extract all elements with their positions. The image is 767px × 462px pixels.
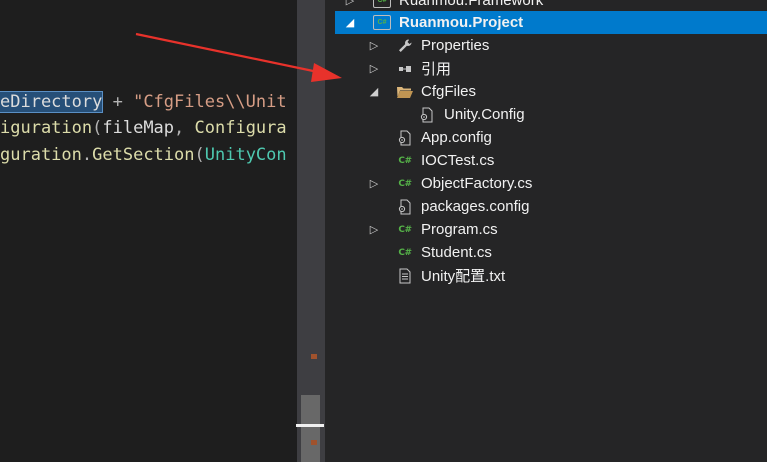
tree-item[interactable]: ▷ Properties <box>335 34 767 57</box>
code-token: "CfgFiles\\Unit <box>133 92 287 112</box>
tree-item-label: App.config <box>421 129 492 146</box>
tree-item-selected[interactable]: ◢ C# Ruanmou.Project <box>335 11 767 34</box>
code-token: guration <box>0 145 82 165</box>
tree-item-label: Unity配置.txt <box>421 268 506 285</box>
code-token: ( <box>92 118 103 138</box>
tree-item-label: Student.cs <box>421 244 492 261</box>
panel-splitter[interactable] <box>325 0 335 462</box>
code-line[interactable]: iguration(fileMap, Configura <box>0 117 287 139</box>
overview-marker <box>311 440 317 445</box>
code-token: ( <box>194 145 205 165</box>
code-line[interactable]: guration.GetSection(UnityCon <box>0 144 287 166</box>
csharp-project-icon: C# <box>373 0 391 9</box>
folder-open-icon <box>396 84 414 100</box>
code-line[interactable]: eDirectory + "CfgFiles\\Unit <box>0 91 287 113</box>
tree-item-label: ObjectFactory.cs <box>421 175 533 192</box>
tree-item[interactable]: Unity.Config <box>335 103 767 126</box>
editor-vertical-scrollbar[interactable] <box>297 0 325 462</box>
csharp-file-icon: C# <box>398 155 412 166</box>
tree-item-label: Program.cs <box>421 221 498 238</box>
tree-item[interactable]: ▷ C# Program.cs <box>335 218 767 241</box>
code-editor[interactable]: eDirectory + "CfgFiles\\Unit iguration(fi… <box>0 0 297 462</box>
expand-arrow-expanded-icon[interactable]: ◢ <box>344 16 356 29</box>
csharp-file-icon: C# <box>398 224 412 235</box>
config-file-icon <box>396 199 414 215</box>
expand-arrow-collapsed-icon[interactable]: ▷ <box>368 39 380 52</box>
code-token: UnityCon <box>204 145 287 165</box>
code-token: GetSection <box>92 145 195 165</box>
code-token: fileMap <box>102 118 175 138</box>
tree-item-label: CfgFiles <box>421 83 477 100</box>
code-token: + <box>102 92 134 112</box>
text-file-icon <box>396 268 414 284</box>
code-token: , <box>174 118 195 138</box>
tree-item[interactable]: C# IOCTest.cs <box>335 149 767 172</box>
caret-position-marker <box>296 424 324 427</box>
code-token: eDirectory <box>0 91 104 113</box>
wrench-icon <box>396 38 414 54</box>
tree-item-label: Ruanmou.Framework <box>399 0 544 9</box>
expand-arrow-collapsed-icon[interactable]: ▷ <box>368 223 380 236</box>
code-token: iguration <box>0 118 93 138</box>
config-file-icon <box>418 107 436 123</box>
tree-item[interactable]: ▷ 引用 <box>335 57 767 80</box>
tree-item[interactable]: packages.config <box>335 195 767 218</box>
expand-arrow-expanded-icon[interactable]: ◢ <box>368 85 380 98</box>
tree-item[interactable]: ◢ CfgFiles <box>335 80 767 103</box>
tree-item-label: 引用 <box>421 61 452 78</box>
scrollbar-thumb[interactable] <box>301 395 320 462</box>
config-file-icon <box>396 130 414 146</box>
code-token: . <box>81 145 93 165</box>
csharp-file-icon: C# <box>398 178 412 189</box>
references-icon <box>396 61 414 77</box>
tree-item-label: Unity.Config <box>444 106 525 123</box>
csharp-project-icon: C# <box>373 15 391 31</box>
expand-arrow-collapsed-icon[interactable]: ▷ <box>368 62 380 75</box>
solution-explorer: ▷ C# Ruanmou.Framework ◢ C# Ruanmou.Project ▷ P… <box>335 0 767 462</box>
code-token: Configura <box>194 118 287 138</box>
expand-arrow-collapsed-icon[interactable]: ▷ <box>344 0 356 7</box>
tree-item[interactable]: Unity配置.txt <box>335 264 767 287</box>
tree-item-label: Properties <box>421 37 490 54</box>
tree-item[interactable]: C# Student.cs <box>335 241 767 264</box>
tree-item-label: Ruanmou.Project <box>399 14 524 31</box>
expand-arrow-collapsed-icon[interactable]: ▷ <box>368 177 380 190</box>
tree-item[interactable]: ▷ C# ObjectFactory.cs <box>335 172 767 195</box>
tree-item-label: IOCTest.cs <box>421 152 495 169</box>
overview-marker <box>311 354 317 359</box>
tree-item[interactable]: App.config <box>335 126 767 149</box>
csharp-file-icon: C# <box>398 247 412 258</box>
tree-item-label: packages.config <box>421 198 530 215</box>
